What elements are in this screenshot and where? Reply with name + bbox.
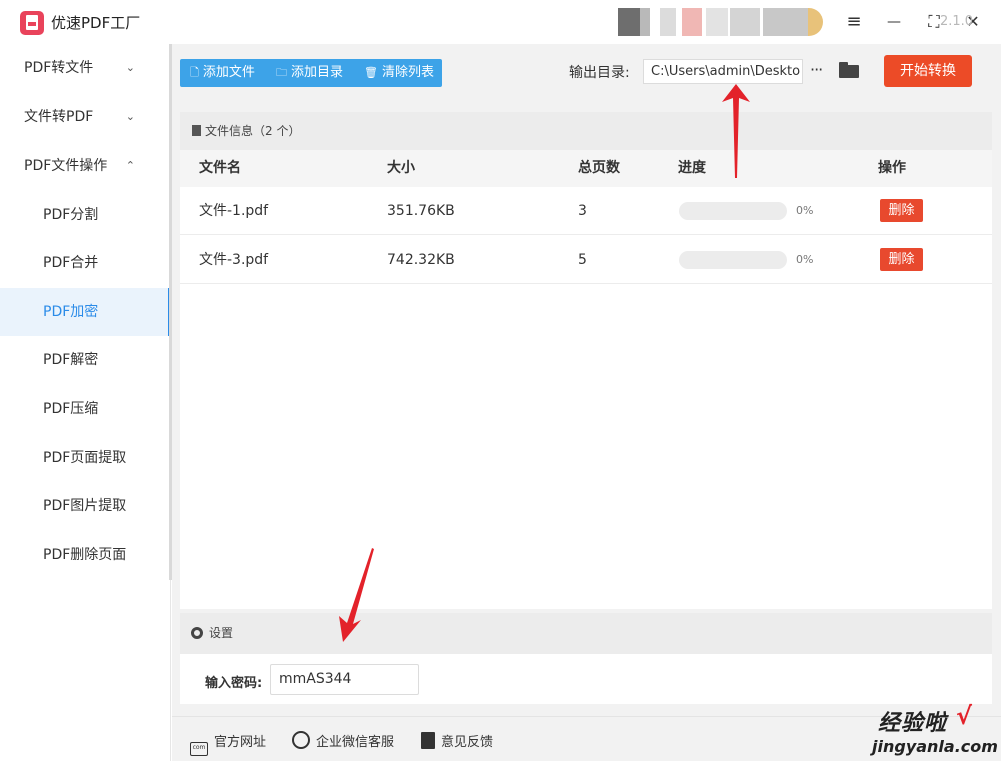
file-name: 文件-1.pdf — [199, 203, 269, 219]
chevron-up-icon: ⌃ — [125, 159, 135, 172]
file-toolbar: 🗋 添加文件 🗀 添加目录 🗑 清除列表 — [180, 59, 442, 87]
password-label: 输入密码: — [205, 676, 263, 691]
sidebar-item-pdf-decrypt[interactable]: PDF解密 — [0, 336, 169, 384]
progress-bar — [679, 251, 787, 269]
start-convert-button[interactable]: 开始转换 — [884, 55, 972, 87]
sidebar-item-label: PDF图片提取 — [43, 498, 127, 514]
sidebar-item-label: PDF删除页面 — [43, 547, 127, 563]
watermark-chinese: 经验啦 — [878, 711, 948, 736]
file-info-title: 文件信息（2 个） — [205, 124, 301, 138]
website-icon: com — [190, 742, 208, 756]
sidebar-item-pdf-operations[interactable]: PDF文件操作 ⌃ — [0, 142, 169, 190]
column-header-progress: 进度 — [678, 160, 706, 176]
app-title: 优速PDF工厂 — [51, 14, 141, 32]
official-website-link[interactable]: com 官方网址 — [190, 731, 266, 756]
chevron-down-icon: ⌄ — [125, 110, 135, 123]
file-size: 351.76KB — [387, 203, 455, 219]
sidebar-item-label: PDF解密 — [43, 352, 99, 368]
sidebar-item-pdf-to-file[interactable]: PDF转文件 ⌄ — [0, 44, 169, 92]
password-input[interactable]: mmAS344 — [270, 664, 419, 695]
delete-button[interactable]: 删除 — [880, 248, 923, 271]
folder-icon: 🗀 — [276, 66, 287, 79]
sidebar-item-label: PDF合并 — [43, 255, 99, 271]
wechat-support-label: 企业微信客服 — [316, 735, 395, 750]
feedback-link[interactable]: 意见反馈 — [421, 731, 493, 750]
add-file-button[interactable]: 🗋 添加文件 — [190, 59, 255, 87]
file-pages: 5 — [578, 252, 587, 268]
file-name: 文件-3.pdf — [199, 252, 269, 268]
annotation-arrow-up — [722, 84, 750, 178]
add-file-label: 添加文件 — [202, 65, 255, 80]
feedback-label: 意见反馈 — [441, 735, 494, 750]
sidebar-item-label: PDF加密 — [43, 304, 99, 320]
sidebar-item-label: 文件转PDF — [24, 109, 94, 125]
table-row[interactable]: 文件-3.pdf 742.32KB 5 0% 删除 — [180, 236, 992, 284]
sidebar: PDF转文件 ⌄ 文件转PDF ⌄ PDF文件操作 ⌃ PDF分割 PDF合并 … — [0, 44, 171, 761]
arrow-down-shape — [339, 548, 374, 642]
progress-percent: 0% — [796, 253, 814, 266]
official-website-label: 官方网址 — [214, 735, 267, 750]
column-header-action: 操作 — [878, 160, 906, 176]
sidebar-item-pdf-encrypt[interactable]: PDF加密 — [0, 288, 171, 336]
add-directory-button[interactable]: 🗀 添加目录 — [276, 59, 343, 87]
user-account-avatar[interactable] — [618, 8, 823, 36]
column-header-name: 文件名 — [199, 160, 241, 176]
wechat-icon — [292, 731, 310, 749]
open-folder-icon[interactable] — [839, 62, 859, 78]
arrow-up-shape — [722, 84, 750, 178]
trash-icon: 🗑 — [364, 66, 378, 79]
sidebar-item-label: PDF转文件 — [24, 60, 94, 76]
sidebar-item-pdf-delete-pages[interactable]: PDF删除页面 — [0, 531, 169, 579]
gear-icon — [191, 627, 203, 639]
progress-percent: 0% — [796, 204, 814, 217]
table-row[interactable]: 文件-1.pdf 351.76KB 3 0% 删除 — [180, 187, 992, 235]
menu-icon[interactable]: ≡ — [842, 10, 866, 34]
minimize-icon[interactable]: — — [882, 10, 906, 34]
sidebar-item-pdf-split[interactable]: PDF分割 — [0, 191, 169, 239]
delete-button[interactable]: 删除 — [880, 199, 923, 222]
title-bar: 优速PDF工厂 ≡ — ⛶ ✕ — [0, 0, 1001, 44]
sidebar-item-pdf-compress[interactable]: PDF压缩 — [0, 385, 169, 433]
sidebar-item-pdf-image-extract[interactable]: PDF图片提取 — [0, 482, 169, 530]
chevron-down-icon: ⌄ — [125, 61, 135, 74]
sidebar-item-pdf-page-extract[interactable]: PDF页面提取 — [0, 434, 169, 482]
add-directory-label: 添加目录 — [291, 65, 344, 80]
settings-header: 设置 — [180, 613, 992, 654]
sidebar-item-label: PDF文件操作 — [24, 158, 108, 174]
table-header: 文件名 大小 总页数 进度 操作 — [180, 150, 992, 187]
feedback-icon — [421, 732, 435, 749]
clear-list-button[interactable]: 🗑 清除列表 — [364, 59, 434, 87]
annotation-arrow-down — [339, 548, 374, 642]
progress-bar — [679, 202, 787, 220]
wechat-support-link[interactable]: 企业微信客服 — [292, 731, 394, 750]
clear-list-label: 清除列表 — [381, 65, 434, 80]
settings-panel: 输入密码: mmAS344 — [180, 654, 992, 704]
more-options-button[interactable]: ··· — [810, 60, 823, 79]
settings-title: 设置 — [209, 626, 234, 640]
watermark-check-icon: √ — [956, 702, 973, 730]
app-logo-icon — [20, 11, 44, 35]
watermark-url: jingyanla.com — [872, 737, 998, 756]
output-directory-label: 输出目录: — [569, 65, 630, 81]
file-pages: 3 — [578, 203, 587, 219]
sidebar-item-label: PDF压缩 — [43, 401, 99, 417]
column-header-pages: 总页数 — [578, 160, 620, 176]
sidebar-item-label: PDF页面提取 — [43, 450, 127, 466]
sidebar-item-file-to-pdf[interactable]: 文件转PDF ⌄ — [0, 93, 169, 141]
sidebar-item-label: PDF分割 — [43, 207, 99, 223]
file-icon: 🗋 — [190, 66, 199, 79]
document-icon — [192, 125, 201, 136]
file-info-header: 文件信息（2 个） — [180, 112, 992, 150]
file-list-panel: 文件信息（2 个） 文件名 大小 总页数 进度 操作 文件-1.pdf 351.… — [180, 112, 992, 609]
sidebar-item-pdf-merge[interactable]: PDF合并 — [0, 239, 169, 287]
version-text: 2.1.0 — [940, 14, 974, 29]
file-size: 742.32KB — [387, 252, 455, 268]
output-directory-input[interactable]: C:\Users\admin\Deskto — [643, 59, 803, 84]
column-header-size: 大小 — [387, 160, 415, 176]
